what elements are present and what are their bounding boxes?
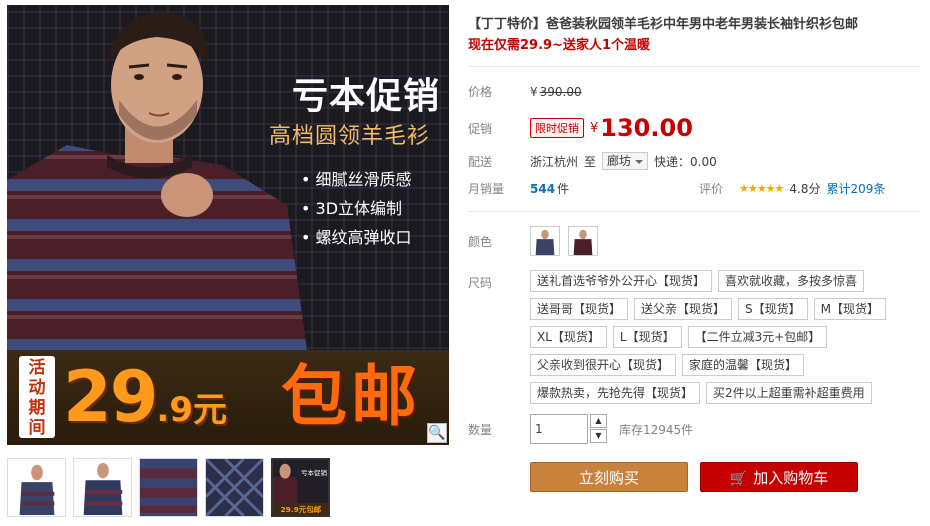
promo-strip: 活 动 期 间 29.9元 包邮 [7,350,449,445]
original-price: 390.00 [539,84,582,99]
destination-dropdown[interactable]: 廊坊 [602,152,649,170]
tag-char: 期 [28,398,46,418]
action-buttons: 立刻购买 🛒 加入购物车 [530,462,920,492]
size-row: 尺码 送礼首选爷爷外公开心【现货】 喜欢就收藏，多按多惊喜 送哥哥【现货】 送父… [468,270,920,404]
size-option[interactable]: 家庭的温馨【现货】 [682,354,805,376]
yen-symbol: ¥ [530,84,538,99]
product-subtitle: 现在仅需29.9~送家人1个温暖 [468,38,651,53]
size-option[interactable]: XL【现货】 [530,326,607,348]
price-label: 价格 [468,85,493,99]
promo-price: 130.00 [600,114,693,142]
promo-free-shipping: 包邮 [281,358,421,435]
color-label: 颜色 [468,234,493,249]
model-figure [7,12,307,350]
thumb-mini-price: 29.9元包邮 [280,504,321,514]
ship-to-word: 至 [584,154,597,169]
divider [468,211,920,212]
rating-label: 评价 [699,182,724,196]
promo-period-tag: 活 动 期 间 [19,356,55,438]
shipping-label: 配送 [468,154,493,169]
thumbnail-active[interactable]: 亏本促销 29.9元包邮 [271,458,330,517]
thumb-mini-title: 亏本促销 [301,468,328,477]
limited-promo-badge: 限时促销 [530,118,584,138]
size-option[interactable]: L【现货】 [612,326,682,348]
add-to-cart-label: 加入购物车 [753,469,829,487]
size-option[interactable]: M【现货】 [813,298,887,320]
thumbnail[interactable] [205,458,264,517]
sales-label: 月销量 [468,182,505,196]
tag-char: 间 [28,418,46,438]
size-option[interactable]: 送父亲【现货】 [634,298,733,320]
promo-price-small: .9元 [156,390,227,430]
size-option[interactable]: 买2件以上超重需补超重费用 [706,382,872,404]
tag-char: 动 [28,378,46,398]
decrease-icon[interactable]: ▼ [590,429,607,443]
feature-item: 细腻丝滑质感 [316,165,412,194]
size-option[interactable]: 喜欢就收藏，多按多惊喜 [718,270,865,292]
main-product-image[interactable]: 亏本促销 高档圆领羊毛衫 细腻丝滑质感 3D立体编制 螺纹高弹收口 活 动 期 … [7,5,449,445]
quantity-label: 数量 [468,422,493,437]
cart-icon: 🛒 [729,471,748,487]
size-option[interactable]: 父亲收到很开心【现货】 [530,354,677,376]
buy-now-button[interactable]: 立刻购买 [530,462,688,492]
review-count-link[interactable]: 累计209条 [827,180,886,197]
size-option[interactable]: 送哥哥【现货】 [530,298,629,320]
size-option[interactable]: 爆款热卖，先抢先得【现货】 [530,382,701,404]
banner-title: 亏本促销 [292,76,441,117]
feature-item: 3D立体编制 [316,194,412,223]
quantity-row: 数量 1 ▲ ▼ 库存12945件 [468,414,920,444]
promo-price-main: 29 [63,356,158,438]
tag-char: 活 [28,358,46,378]
shipping-fee: 快递：0.00 [654,154,717,169]
increase-icon[interactable]: ▲ [590,414,607,428]
color-row: 颜色 [468,226,920,256]
quantity-stepper: ▲ ▼ [590,414,607,444]
banner-features: 细腻丝滑质感 3D立体编制 螺纹高弹收口 [316,165,412,252]
product-info: 【丁丁特价】爸爸装秋园领羊毛衫中年男中老年男装长袖针织衫包邮 现在仅需29.9~… [468,14,920,492]
promo-label: 促销 [468,121,493,136]
quantity-input[interactable]: 1 [530,414,588,444]
stock-count: 库存12945件 [619,422,694,437]
thumbnail[interactable] [139,458,198,517]
size-option[interactable]: S【现货】 [738,298,808,320]
feature-item: 螺纹高弹收口 [316,223,412,252]
yen-symbol: ¥ [590,120,599,136]
color-option[interactable] [568,226,598,256]
size-options: 送礼首选爷爷外公开心【现货】 喜欢就收藏，多按多惊喜 送哥哥【现货】 送父亲【现… [530,270,895,404]
promo-row: 促销 限时促销 ¥ 130.00 [468,114,920,142]
star-rating-icon: ★★★★★ [739,182,784,195]
price-row: 价格 ¥ 390.00 [468,83,920,100]
sales-row: 月销量 544 件 评价 ★★★★★ 4.8分 累计209条 [468,180,920,197]
magnifier-icon[interactable]: 🔍 [427,423,447,443]
size-option[interactable]: 【二件立减3元+包邮】 [687,326,828,348]
divider [468,66,920,67]
rating-score: 4.8分 [789,182,821,196]
color-option[interactable] [530,226,560,256]
size-label: 尺码 [468,276,493,290]
size-option[interactable]: 送礼首选爷爷外公开心【现货】 [530,270,713,292]
shipping-row: 配送 浙江杭州 至 廊坊 快递：0.00 [468,152,920,170]
sales-unit: 件 [557,182,570,196]
product-gallery: 亏本促销 高档圆领羊毛衫 细腻丝滑质感 3D立体编制 螺纹高弹收口 活 动 期 … [7,5,449,517]
banner-subtitle: 高档圆领羊毛衫 [269,124,431,149]
thumbnail[interactable] [73,458,132,517]
thumbnail[interactable] [7,458,66,517]
ship-from: 浙江杭州 [530,154,579,169]
promo-price: 29.9元 [63,354,227,445]
add-to-cart-button[interactable]: 🛒 加入购物车 [700,462,858,492]
sales-count: 544 [530,181,556,196]
thumbnail-strip: 亏本促销 29.9元包邮 [7,458,449,517]
product-title: 【丁丁特价】爸爸装秋园领羊毛衫中年男中老年男装长袖针织衫包邮 [468,17,859,32]
